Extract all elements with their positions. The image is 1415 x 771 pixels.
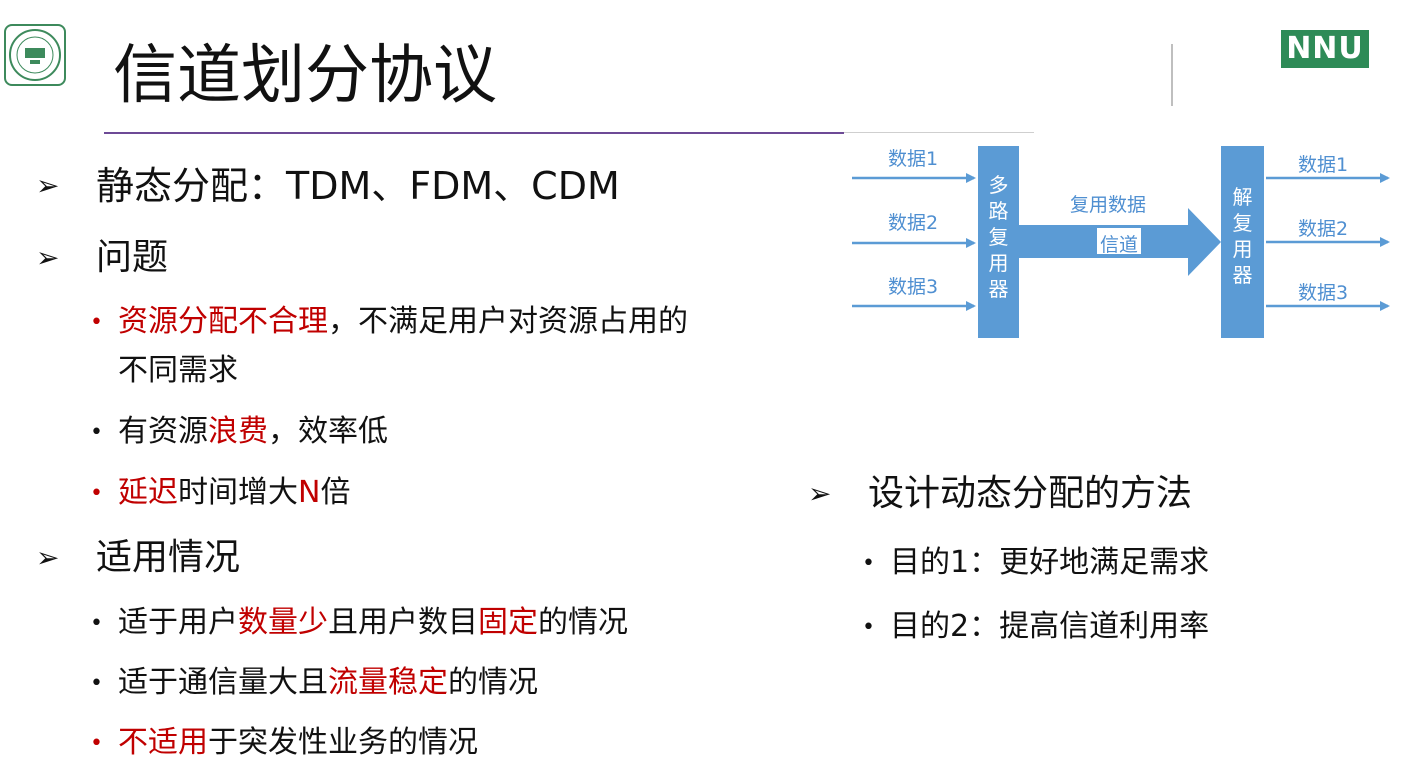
arrow-bullet-icon: ➢ <box>36 241 60 274</box>
dot-bullet-icon: • <box>90 480 103 506</box>
dynamic-method-heading: 设计动态分配的方法 <box>868 473 1193 514</box>
mux-char: 复 <box>988 225 1009 249</box>
input-label-3: 数据3 <box>888 276 939 298</box>
output-label-3: 数据3 <box>1298 282 1349 304</box>
applicable-item-2-text-b: 的情况 <box>448 665 538 700</box>
applicable-item-2-red: 流量稳定 <box>328 665 448 700</box>
input-label-1: 数据1 <box>888 148 939 170</box>
problem-item-3-red-n: N <box>298 475 321 510</box>
bullet-applicable: ➢ 适用情况 <box>36 534 240 582</box>
problem-item-2-text-a: 有资源 <box>118 414 208 449</box>
applicable-item-1: • 适于用户数量少且用户数目固定的情况 <box>90 600 628 647</box>
goal-2: • 目的2：提高信道利用率 <box>862 604 1209 651</box>
input-label-2: 数据2 <box>888 212 939 234</box>
problem-item-2: • 有资源浪费，效率低 <box>90 409 388 456</box>
multiplexer-label: 多 路 复 用 器 <box>978 172 1019 302</box>
nnu-logo: NNU <box>1281 30 1369 68</box>
arrow-bullet-icon: ➢ <box>808 477 832 510</box>
static-allocation-text: 静态分配：TDM、FDM、CDM <box>96 164 620 208</box>
applicable-item-1-text-b: 且用户数目 <box>328 605 478 640</box>
mux-char: 器 <box>988 277 1009 301</box>
problem-heading: 问题 <box>96 237 169 278</box>
dot-bullet-icon: • <box>90 670 103 696</box>
goal-2-text: 目的2：提高信道利用率 <box>890 609 1210 644</box>
applicable-item-3: • 不适用于突发性业务的情况 <box>90 720 478 767</box>
demultiplexer-label: 解 复 用 器 <box>1221 184 1264 288</box>
problem-item-3: • 延迟时间增大N倍 <box>90 470 350 517</box>
goal-1-text: 目的1：更好地满足需求 <box>890 545 1210 580</box>
applicable-item-3-red: 不适用 <box>118 725 208 760</box>
problem-item-2-red: 浪费 <box>208 414 268 449</box>
problem-item-1: • 资源分配不合理，不满足用户对资源占用的 <box>90 299 688 346</box>
demux-char: 器 <box>1232 263 1253 287</box>
applicable-item-1-red: 数量少 <box>238 605 328 640</box>
dot-bullet-icon: • <box>90 610 103 636</box>
problem-item-1-cont: 不同需求 <box>118 353 238 388</box>
channel-label-top: 复用数据 <box>1070 194 1147 216</box>
dot-bullet-icon: • <box>862 614 875 640</box>
bullet-problem: ➢ 问题 <box>36 234 168 282</box>
applicable-item-1-red-2: 固定 <box>478 605 538 640</box>
applicable-item-1-text-c: 的情况 <box>538 605 628 640</box>
demux-char: 解 <box>1232 185 1253 209</box>
problem-item-1-text: ，不满足用户对资源占用的 <box>328 304 688 339</box>
goal-1: • 目的1：更好地满足需求 <box>862 540 1209 587</box>
output-label-1: 数据1 <box>1298 154 1349 176</box>
demux-char: 复 <box>1232 211 1253 235</box>
applicable-heading: 适用情况 <box>96 537 241 578</box>
problem-item-3-red: 延迟 <box>118 475 178 510</box>
mux-char: 用 <box>988 251 1009 275</box>
problem-item-3-text-b: 倍 <box>320 475 351 510</box>
applicable-item-2-text-a: 适于通信量大且 <box>118 665 328 700</box>
title-underline-gray <box>844 132 1034 133</box>
output-label-2: 数据2 <box>1298 218 1349 240</box>
problem-item-3-text-a: 时间增大 <box>178 475 298 510</box>
channel-label-mid: 信道 <box>1100 234 1139 256</box>
dot-bullet-icon: • <box>90 419 103 445</box>
university-seal-logo <box>4 24 66 86</box>
applicable-item-1-text-a: 适于用户 <box>118 605 238 640</box>
arrow-bullet-icon: ➢ <box>36 541 60 574</box>
demux-char: 用 <box>1232 237 1253 261</box>
dot-bullet-icon: • <box>90 730 103 756</box>
arrow-bullet-icon: ➢ <box>36 169 60 202</box>
dot-bullet-icon: • <box>90 309 103 335</box>
problem-item-1-red: 资源分配不合理 <box>118 304 328 339</box>
slide-title: 信道划分协议 <box>113 39 497 113</box>
applicable-item-3-text: 于突发性业务的情况 <box>208 725 478 760</box>
applicable-item-2: • 适于通信量大且流量稳定的情况 <box>90 660 538 707</box>
title-underline <box>104 132 844 134</box>
mux-char: 多 <box>988 173 1009 197</box>
bullet-static-allocation: ➢ 静态分配：TDM、FDM、CDM <box>36 162 620 210</box>
mux-char: 路 <box>988 199 1009 223</box>
bullet-dynamic-method: ➢ 设计动态分配的方法 <box>808 470 1192 518</box>
dot-bullet-icon: • <box>862 550 875 576</box>
header-divider <box>1171 44 1173 106</box>
problem-item-2-text-b: ，效率低 <box>268 414 388 449</box>
